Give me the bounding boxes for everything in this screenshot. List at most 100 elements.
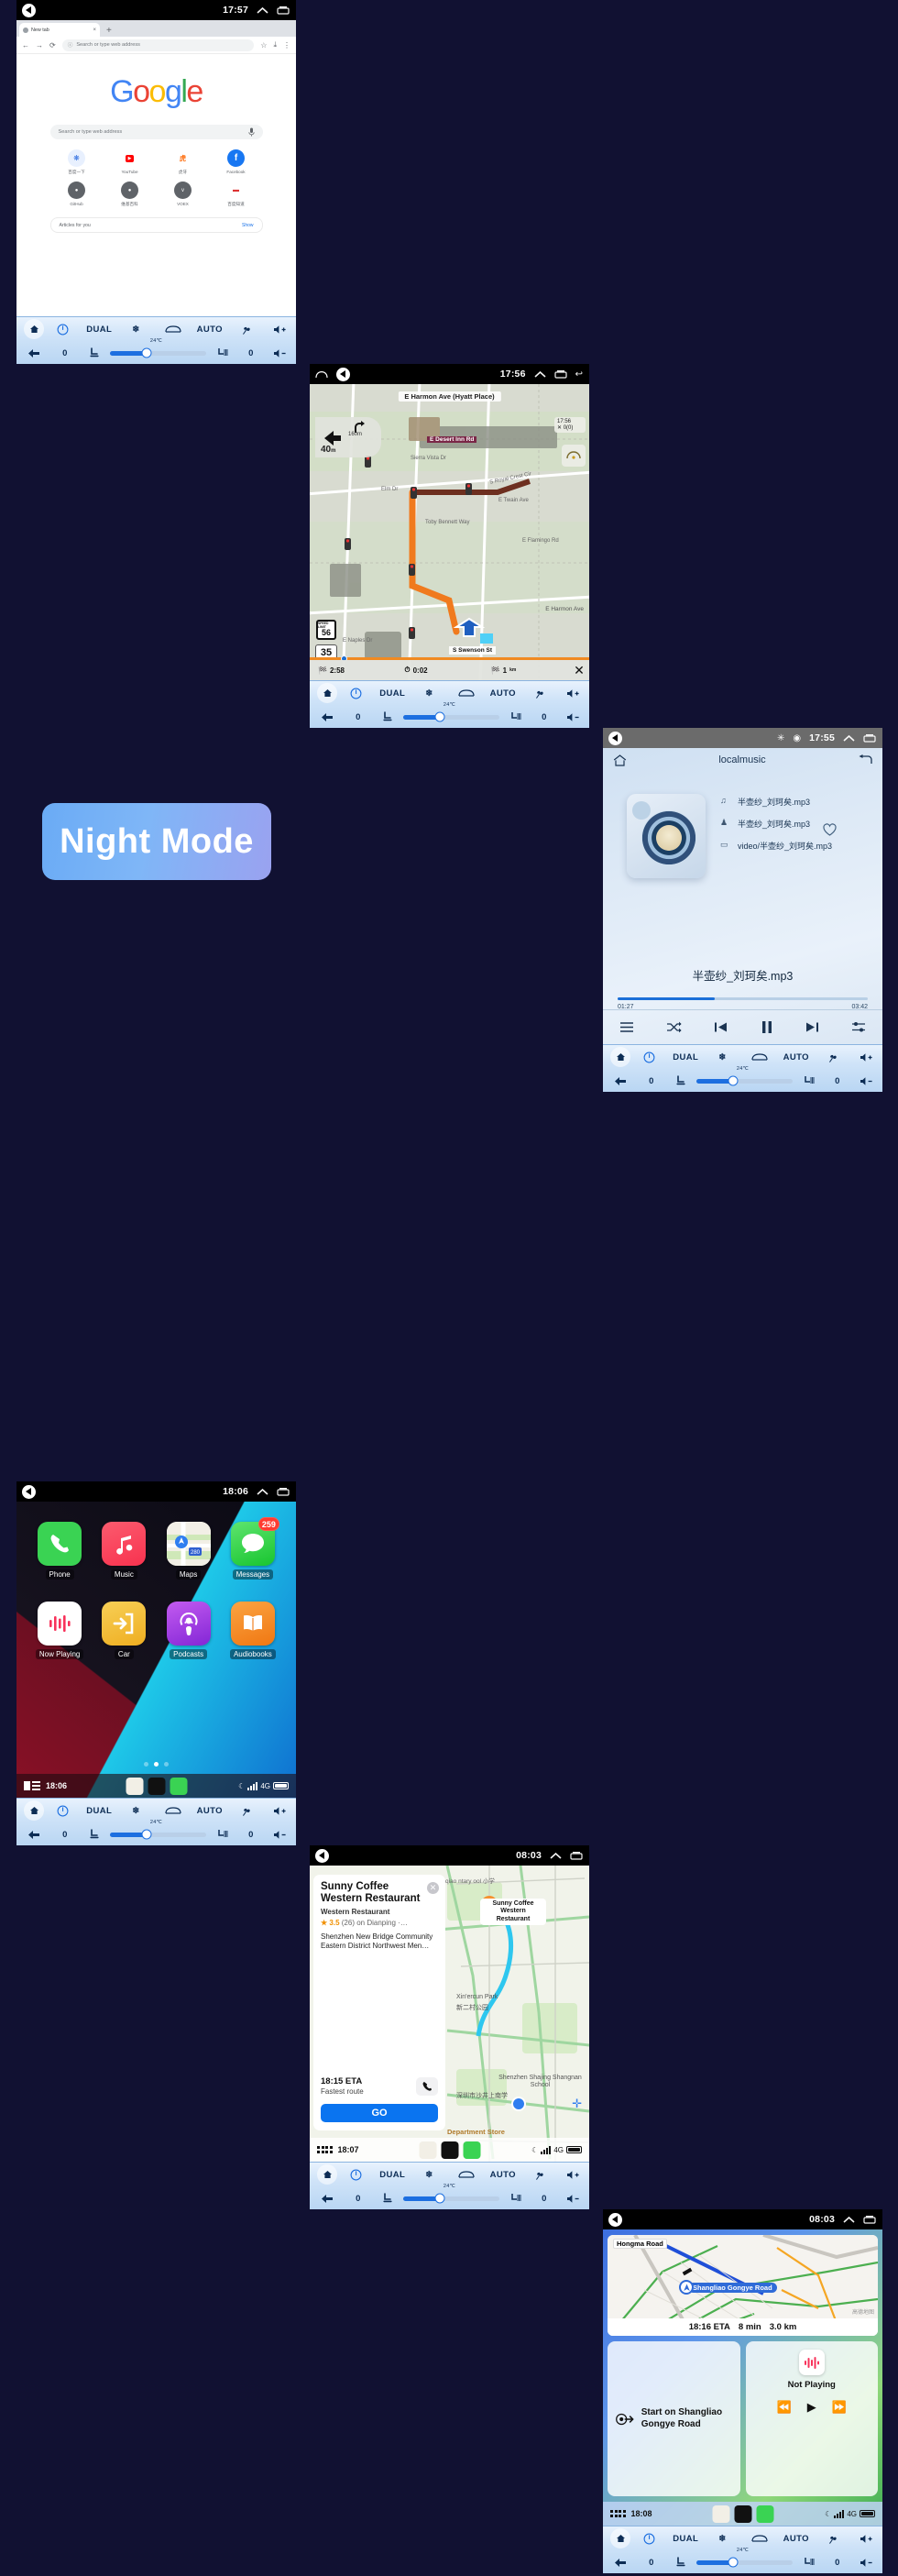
temperature-slider[interactable] bbox=[403, 2193, 499, 2204]
auto-button[interactable]: AUTO bbox=[192, 325, 228, 335]
volume-down-icon[interactable] bbox=[265, 348, 296, 358]
slider-knob[interactable] bbox=[141, 1829, 152, 1840]
shortcut-item[interactable]: ● GitHub bbox=[50, 182, 104, 207]
home-icon[interactable] bbox=[24, 1800, 44, 1821]
forward-arrow-icon[interactable]: → bbox=[36, 41, 43, 50]
volume-up-icon[interactable] bbox=[265, 1806, 296, 1816]
recents-icon[interactable] bbox=[863, 733, 876, 743]
carplay-app-audiobooks[interactable]: Audiobooks bbox=[221, 1602, 285, 1659]
home-icon[interactable] bbox=[610, 1047, 630, 1067]
dual-button[interactable]: DUAL bbox=[667, 1052, 704, 1062]
auto-button[interactable]: AUTO bbox=[485, 2170, 521, 2180]
shortcut-item[interactable]: v VOEX bbox=[157, 182, 210, 207]
home-icon[interactable] bbox=[613, 754, 627, 766]
auto-button[interactable]: AUTO bbox=[485, 688, 521, 699]
carplay-app-music[interactable]: Music bbox=[92, 1522, 156, 1580]
seek-bar[interactable] bbox=[618, 997, 868, 1000]
rewind-icon[interactable]: ⏪ bbox=[777, 2400, 792, 2415]
power-icon[interactable] bbox=[630, 2533, 667, 2545]
recents-icon[interactable] bbox=[277, 1487, 290, 1496]
address-input[interactable]: ⓘ Search or type web address bbox=[61, 39, 255, 51]
close-icon[interactable]: ✕ bbox=[427, 1882, 439, 1894]
chevron-up-icon[interactable] bbox=[550, 1852, 562, 1860]
home-icon[interactable] bbox=[315, 370, 328, 379]
reload-icon[interactable]: ⟳ bbox=[49, 41, 56, 50]
pause-icon[interactable] bbox=[761, 1020, 773, 1034]
phone-icon[interactable] bbox=[170, 1777, 187, 1795]
volume-down-icon[interactable] bbox=[265, 1830, 296, 1840]
recents-icon[interactable] bbox=[570, 1851, 583, 1860]
kuwooo-icon[interactable] bbox=[441, 2141, 458, 2159]
close-icon[interactable]: ✕ bbox=[569, 663, 589, 678]
dashboard-map[interactable]: Hongma Road Shangliao Gongye Road 高德地图 1… bbox=[608, 2235, 878, 2336]
back-icon[interactable] bbox=[608, 2212, 622, 2227]
seat-icon[interactable] bbox=[665, 2557, 696, 2568]
slider-knob[interactable] bbox=[434, 711, 445, 722]
snowflake-icon[interactable]: ❄ bbox=[117, 325, 154, 335]
microphone-icon[interactable] bbox=[247, 127, 255, 137]
dual-button[interactable]: DUAL bbox=[81, 1806, 117, 1816]
home-icon[interactable] bbox=[317, 683, 337, 703]
temperature-slider[interactable] bbox=[110, 1829, 206, 1840]
app-grid-icon[interactable] bbox=[317, 2146, 333, 2153]
fast-forward-icon[interactable]: ⏩ bbox=[832, 2400, 847, 2415]
power-icon[interactable] bbox=[44, 324, 81, 336]
power-icon[interactable] bbox=[337, 2169, 374, 2181]
now-playing-card[interactable]: Not Playing ⏪ ▶ ⏩ bbox=[745, 2341, 878, 2496]
map-mode-icon[interactable] bbox=[562, 445, 586, 467]
back-icon[interactable] bbox=[603, 2558, 638, 2568]
snowflake-icon[interactable]: ❄ bbox=[411, 688, 447, 699]
back-icon[interactable] bbox=[16, 1830, 51, 1840]
slider-knob[interactable] bbox=[728, 2557, 739, 2568]
home-icon[interactable] bbox=[317, 2164, 337, 2185]
close-icon[interactable]: × bbox=[93, 28, 96, 33]
slider-knob[interactable] bbox=[434, 2193, 445, 2204]
dual-button[interactable]: DUAL bbox=[667, 2534, 704, 2544]
seat-heat-icon[interactable] bbox=[499, 2193, 531, 2204]
snowflake-icon[interactable]: ❄ bbox=[117, 1806, 154, 1816]
back-icon[interactable] bbox=[16, 348, 51, 358]
volume-up-icon[interactable] bbox=[558, 688, 589, 699]
snowflake-icon[interactable]: ❄ bbox=[704, 2534, 740, 2544]
seat-icon[interactable] bbox=[665, 1075, 696, 1086]
articles-row[interactable]: Articles for you Show bbox=[49, 217, 263, 233]
articles-show-button[interactable]: Show bbox=[242, 223, 254, 228]
seat-icon[interactable] bbox=[79, 1829, 110, 1840]
shortcut-item[interactable]: 虎 虎牙 bbox=[157, 149, 210, 175]
chevron-up-icon[interactable] bbox=[534, 370, 546, 379]
back-icon[interactable] bbox=[315, 1848, 329, 1863]
dual-button[interactable]: DUAL bbox=[374, 2170, 411, 2180]
back-icon[interactable] bbox=[608, 731, 622, 745]
fan-icon[interactable] bbox=[521, 2169, 558, 2181]
volume-up-icon[interactable] bbox=[851, 2534, 882, 2544]
browser-tab[interactable]: New tab × bbox=[19, 23, 100, 37]
back-icon[interactable] bbox=[336, 367, 350, 381]
seat-icon[interactable] bbox=[79, 347, 110, 358]
map-poi-label[interactable]: Sunny Coffee Western Restaurant bbox=[480, 1899, 546, 1926]
next-icon[interactable] bbox=[805, 1021, 819, 1033]
phone-icon[interactable] bbox=[756, 2504, 773, 2523]
fan-icon[interactable] bbox=[815, 1051, 851, 1063]
playlist-icon[interactable] bbox=[619, 1021, 634, 1033]
carplay-maps[interactable]: Sunny Coffee Western Restaurant Xin'ercun … bbox=[310, 1866, 589, 2162]
carplay-app-phone[interactable]: Phone bbox=[27, 1522, 92, 1580]
carplay-app-now-playing[interactable]: Now Playing bbox=[27, 1602, 92, 1659]
play-icon[interactable]: ▶ bbox=[807, 2400, 816, 2415]
kuwooo-icon[interactable] bbox=[148, 1777, 165, 1795]
overflow-menu-icon[interactable]: ⋮ bbox=[283, 41, 290, 50]
seat-heat-icon[interactable] bbox=[206, 347, 237, 358]
slider-knob[interactable] bbox=[728, 1075, 739, 1086]
temperature-slider[interactable] bbox=[696, 1075, 793, 1086]
back-icon[interactable] bbox=[603, 1076, 638, 1086]
back-icon[interactable] bbox=[858, 754, 872, 765]
temperature-slider[interactable] bbox=[110, 347, 206, 358]
page-indicator[interactable] bbox=[16, 1762, 296, 1767]
power-icon[interactable] bbox=[630, 1051, 667, 1063]
rear-defrost-icon[interactable] bbox=[741, 1052, 778, 1062]
seat-icon[interactable] bbox=[372, 2193, 403, 2204]
rear-defrost-icon[interactable] bbox=[155, 1806, 192, 1816]
snowflake-icon[interactable]: ❄ bbox=[704, 1052, 740, 1062]
back-arrow-icon[interactable]: ← bbox=[22, 41, 29, 50]
seat-heat-icon[interactable] bbox=[793, 1075, 824, 1086]
volume-up-icon[interactable] bbox=[851, 1052, 882, 1062]
